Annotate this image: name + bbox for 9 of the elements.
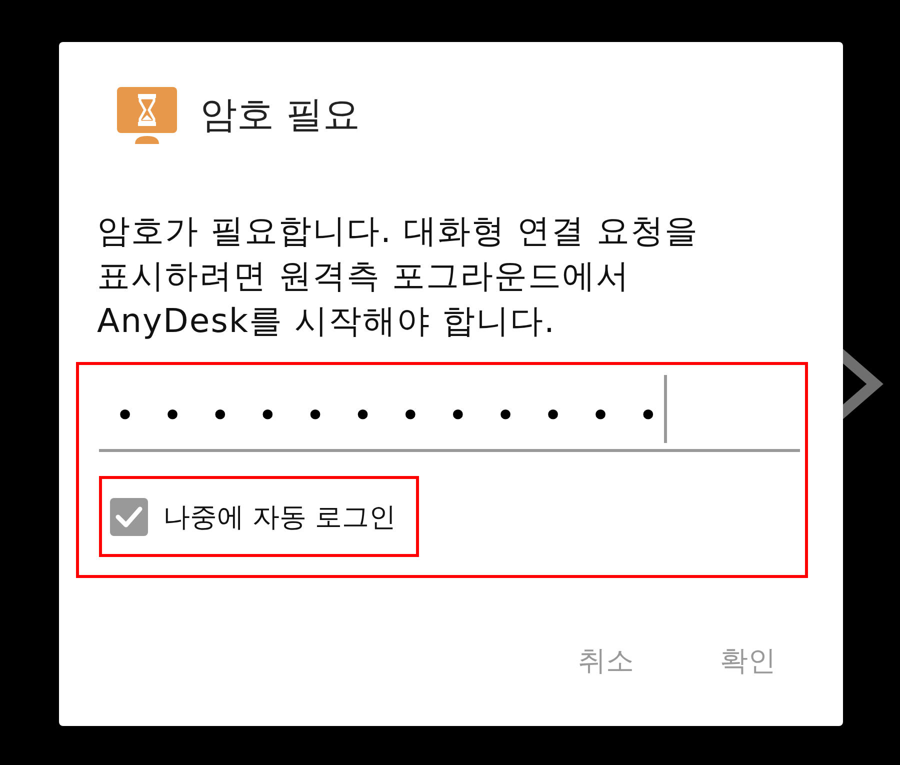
monitor-hourglass-icon bbox=[117, 87, 177, 144]
dialog-button[interactable]: 확인 bbox=[702, 636, 794, 686]
dialog-button[interactable]: 취소 bbox=[560, 636, 652, 686]
password-value: •••••••••••• bbox=[115, 399, 686, 433]
checkbox-label: 나중에 자동 로그인 bbox=[163, 500, 396, 534]
message-text: 암호가 필요합니다. 대화형 연결 요청을 표시하려면 원격측 포그라운드에서 AnyDesk를 시작해야 합니다. bbox=[97, 210, 700, 342]
password-field[interactable]: •••••••••••• bbox=[99, 369, 800, 452]
dialog-title: 암호 필요 bbox=[200, 93, 360, 138]
checkbox[interactable] bbox=[110, 498, 148, 536]
